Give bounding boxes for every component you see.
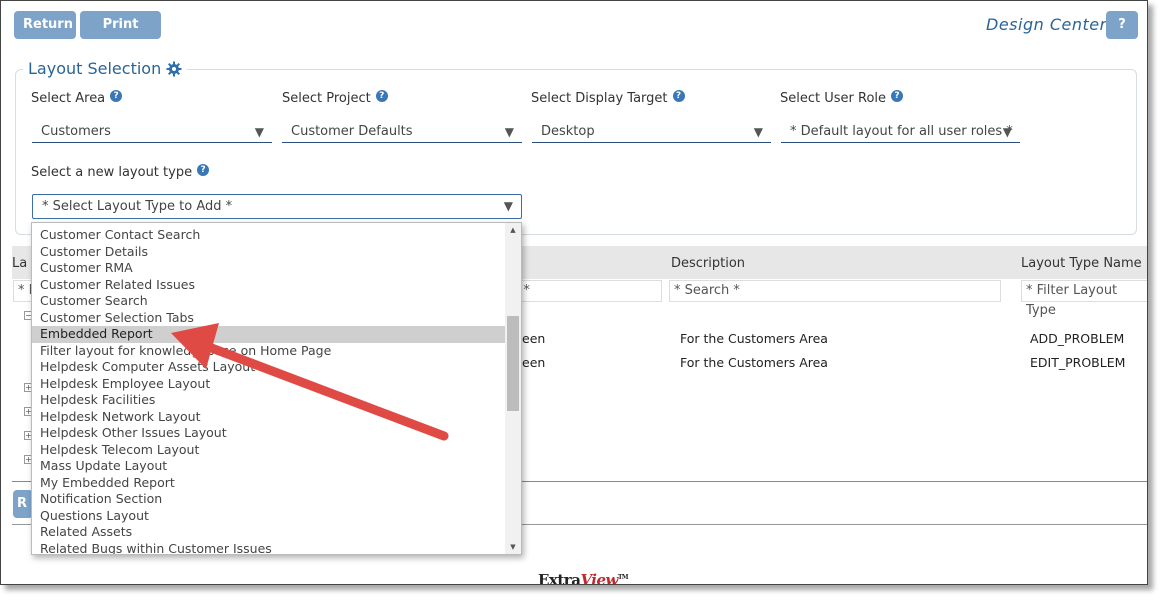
select-area-dropdown[interactable]: Customers ▼ xyxy=(32,121,272,143)
layout-type-options-list[interactable]: Customer Contact Search Customer Details C… xyxy=(31,222,522,555)
help-icon[interactable]: ? xyxy=(375,89,388,102)
select-display-target-value: Desktop xyxy=(541,124,595,139)
dropdown-option[interactable]: Customer RMA xyxy=(32,260,506,277)
help-icon[interactable]: ? xyxy=(891,89,904,102)
dropdown-option[interactable]: Helpdesk Facilities xyxy=(32,392,506,409)
dropdown-option[interactable]: Customer Details xyxy=(32,244,506,261)
select-user-role-label: Select User Role ? xyxy=(780,89,904,106)
dropdown-option[interactable]: Customer Selection Tabs xyxy=(32,310,506,327)
help-icon[interactable]: ? xyxy=(672,89,685,102)
select-display-target-dropdown[interactable]: Desktop ▼ xyxy=(532,121,771,143)
dropdown-option[interactable]: Helpdesk Other Issues Layout xyxy=(32,425,506,442)
dropdown-option[interactable]: Questions Layout xyxy=(32,508,506,525)
table-row-title: een xyxy=(522,331,546,346)
dropdown-option[interactable]: Helpdesk Network Layout xyxy=(32,409,506,426)
scroll-down-icon[interactable]: ▼ xyxy=(508,543,518,551)
filter-title-input[interactable]: n * xyxy=(506,280,662,302)
select-area-label-text: Select Area xyxy=(31,91,106,106)
dropdown-option[interactable]: Customer Search xyxy=(32,293,506,310)
select-display-target-label-text: Select Display Target xyxy=(531,91,668,106)
dropdown-option[interactable]: Helpdesk Telecom Layout xyxy=(32,442,506,459)
select-user-role-value: * Default layout for all user roles * xyxy=(790,124,1013,139)
select-project-dropdown[interactable]: Customer Defaults ▼ xyxy=(282,121,522,143)
dropdown-option[interactable]: Helpdesk Computer Assets Layout xyxy=(32,359,506,376)
column-header-layout-type-name[interactable]: Layout Type Name xyxy=(1021,256,1142,271)
logo-text-part2: View xyxy=(580,571,618,585)
print-page-button[interactable]: Print Page xyxy=(80,11,161,60)
dropdown-option[interactable]: My Embedded Report xyxy=(32,475,506,492)
column-header-description[interactable]: Description xyxy=(671,256,745,271)
dropdown-option[interactable]: Related Bugs within Customer Issues xyxy=(32,541,506,555)
dropdown-option[interactable]: Filter layout for knowledgebase on Home … xyxy=(32,343,506,360)
table-row-type-name[interactable]: ADD_PROBLEM xyxy=(1030,331,1124,346)
select-layout-type-dropdown[interactable]: * Select Layout Type to Add * ▼ xyxy=(32,194,522,219)
dropdown-option[interactable]: Related Assets xyxy=(32,524,506,541)
help-icon[interactable]: ? xyxy=(197,163,210,176)
dropdown-option[interactable]: Mass Update Layout xyxy=(32,458,506,475)
select-area-value: Customers xyxy=(41,124,111,139)
dropdown-option[interactable]: Customer Contact Search xyxy=(32,227,506,244)
column-header-layout[interactable]: La xyxy=(12,256,27,271)
return-button[interactable]: Return xyxy=(14,11,76,39)
app-title: Design Center xyxy=(986,15,1107,34)
app-window: Return Print Page Design Center ? Layout… xyxy=(0,0,1148,585)
select-new-layout-type-label: Select a new layout type ? xyxy=(31,163,210,180)
dropdown-option[interactable]: Notification Section xyxy=(32,491,506,508)
select-user-role-label-text: Select User Role xyxy=(780,91,887,106)
scrollbar[interactable]: ▲ ▼ xyxy=(505,223,521,554)
return-button-bottom[interactable]: R xyxy=(13,490,33,518)
table-row-description: For the Customers Area xyxy=(680,331,828,346)
logo-tm: TM xyxy=(617,574,629,581)
dropdown-option[interactable]: Helpdesk Employee Layout xyxy=(32,376,506,393)
filter-description-input[interactable]: * Search * xyxy=(669,280,1001,302)
chevron-down-icon: ▼ xyxy=(753,125,763,139)
select-new-layout-type-label-text: Select a new layout type xyxy=(31,165,193,180)
filter-layout-type-input[interactable]: * Filter Layout Type xyxy=(1021,280,1147,318)
logo-text-part1: Extra xyxy=(538,571,581,585)
table-row-title: een xyxy=(522,355,546,370)
dropdown-option[interactable]: Customer Related Issues xyxy=(32,277,506,294)
gear-icon[interactable] xyxy=(166,61,182,77)
table-row-type-name[interactable]: EDIT_PROBLEM xyxy=(1030,355,1125,370)
select-display-target-label: Select Display Target ? xyxy=(531,89,685,106)
chevron-down-icon: ▼ xyxy=(254,125,264,139)
table-row-description: For the Customers Area xyxy=(680,355,828,370)
layout-selection-legend: Layout Selection xyxy=(23,59,188,78)
help-button[interactable]: ? xyxy=(1106,11,1138,39)
layout-selection-title: Layout Selection xyxy=(28,59,162,78)
select-layout-type-value: * Select Layout Type to Add * xyxy=(42,199,233,214)
select-project-label-text: Select Project xyxy=(282,91,371,106)
chevron-down-icon: ▼ xyxy=(503,199,513,213)
select-project-value: Customer Defaults xyxy=(291,124,413,139)
select-area-label: Select Area ? xyxy=(31,89,123,106)
scroll-up-icon[interactable]: ▲ xyxy=(508,226,518,234)
extraview-logo: ExtraViewTM xyxy=(538,571,629,585)
help-icon[interactable]: ? xyxy=(110,89,123,102)
chevron-down-icon: ▼ xyxy=(504,125,514,139)
dropdown-option[interactable]: Embedded Report xyxy=(32,326,506,343)
select-project-label: Select Project ? xyxy=(282,89,388,106)
scrollbar-thumb[interactable] xyxy=(507,316,519,411)
select-user-role-dropdown[interactable]: * Default layout for all user roles * ▼ xyxy=(781,121,1020,143)
chevron-down-icon: ▼ xyxy=(1002,125,1012,139)
